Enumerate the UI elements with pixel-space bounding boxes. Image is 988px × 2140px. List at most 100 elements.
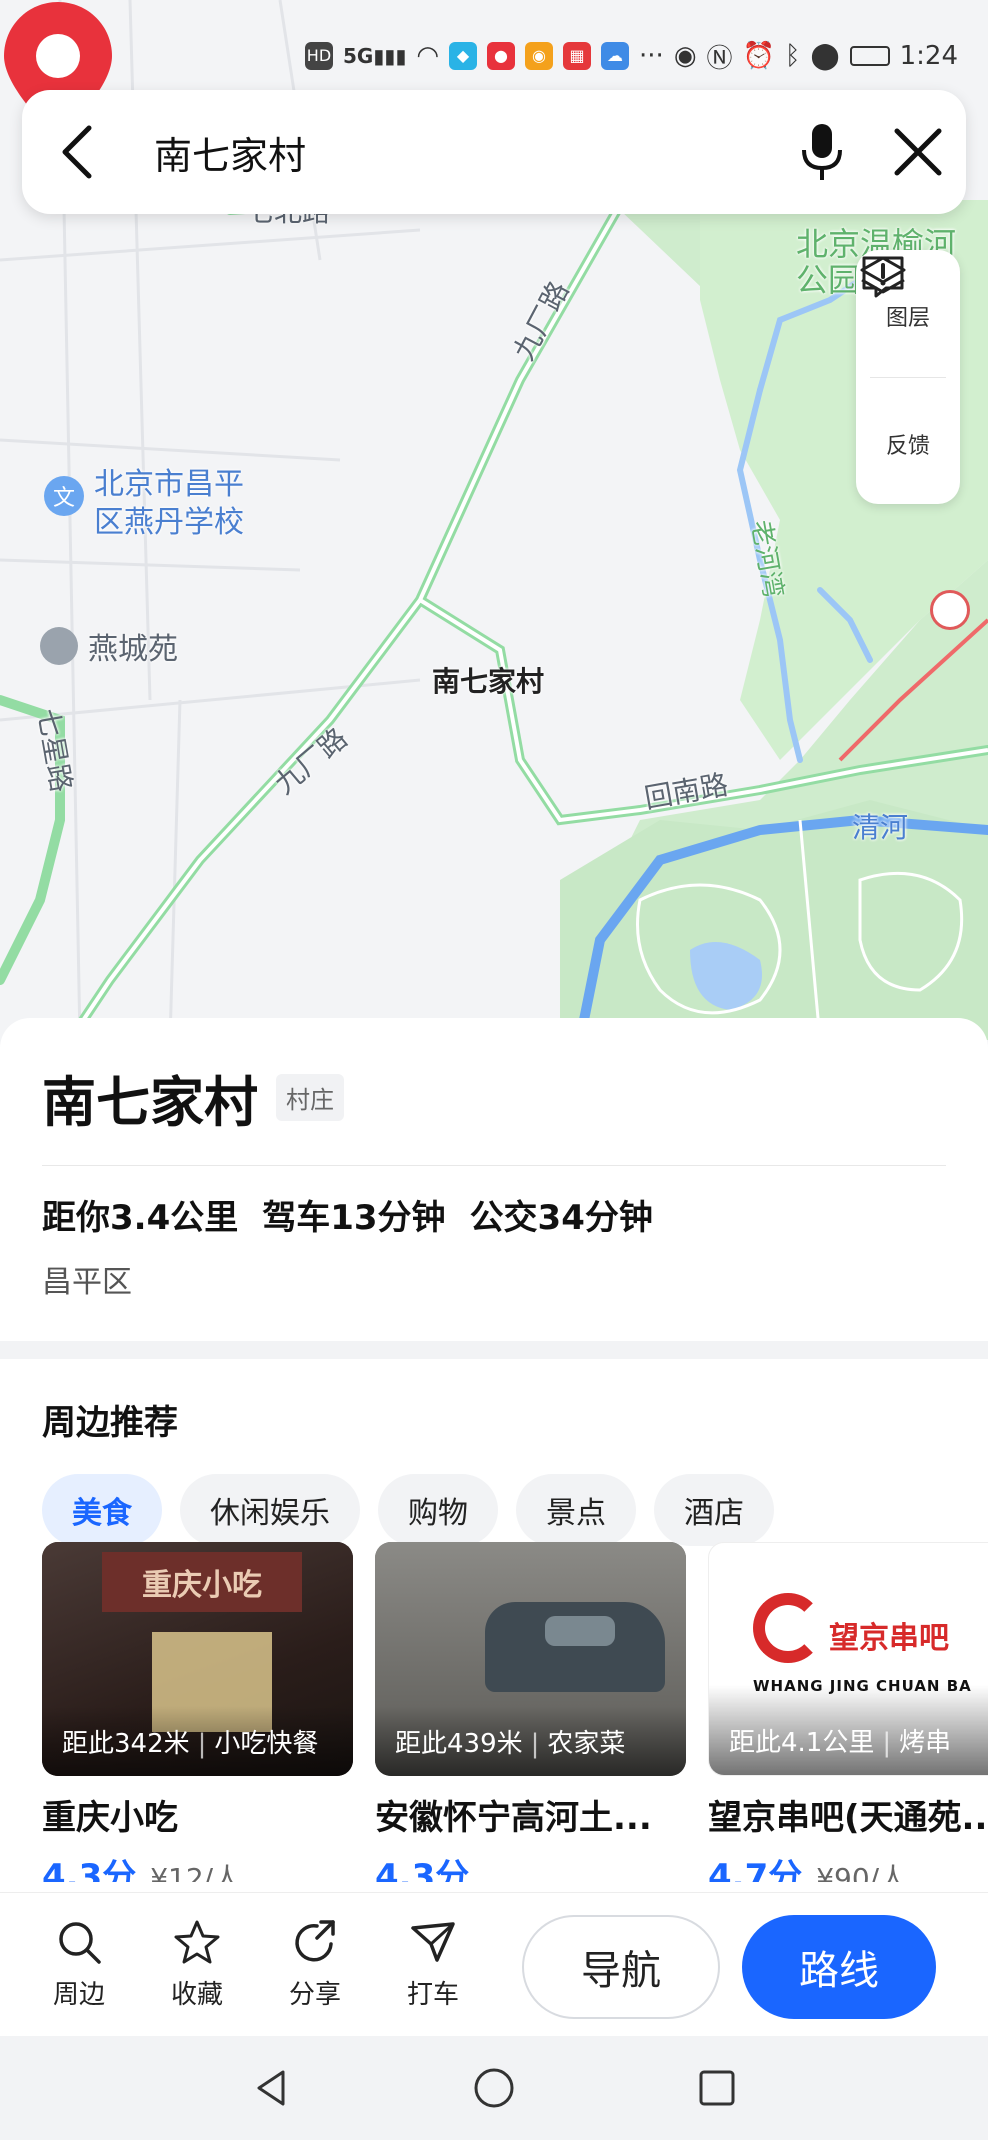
wifi-icon: ◠ [416,41,440,71]
school-label-line1: 北京市昌平 [94,467,244,502]
card-meta: 距此4.1公里 | 烤串 [729,1728,952,1758]
card-price: ¥90/人 [816,1862,908,1882]
weibo-icon: ◉ [525,42,554,70]
taxi-button[interactable]: 打车 [374,1918,492,2011]
cloud-app-icon: ☁ [601,42,630,70]
more-icon: ··· [639,41,664,71]
card-distance: 距此4.1公里 [729,1728,875,1758]
favorite-label: 收藏 [170,1980,223,2010]
back-arrow-icon [62,125,92,179]
feedback-label: 反馈 [885,433,930,459]
favorite-button[interactable]: 收藏 [138,1918,256,2011]
search-query[interactable]: 南七家村 [132,125,774,180]
recents-nav-icon[interactable] [695,2066,739,2110]
place-header: 南七家村 村庄 [0,1018,988,1137]
card-title: 望京串吧(天通苑... [708,1798,988,1838]
map-label-qing-river: 清河 [852,811,909,844]
chip-food[interactable]: 美食 [42,1474,162,1546]
battery-icon [849,46,890,66]
route-button[interactable]: 路线 [742,1915,936,2019]
search-bar[interactable]: 南七家村 [22,90,966,214]
nfc-icon: Ⓝ [706,43,733,74]
status-bar: HD 5G▮▮▮ ◠ ◆ ● ◉ ▦ ☁ ··· ◉ Ⓝ ⏰ ᛒ ⬤ 1:24 [304,36,958,76]
navigate-button[interactable]: 导航 [522,1915,720,2019]
card-title: 重庆小吃 [42,1798,178,1838]
pin-label: 南七家村 [432,665,545,698]
card-distance: 距此439米 [395,1729,523,1759]
place-detail-sheet[interactable]: 南七家村 村庄 距你3.4公里 驾车13分钟 公交34分钟 昌平区 周边推荐 美… [0,1018,988,1894]
close-icon [894,128,942,176]
school-poi[interactable]: 文 北京市昌平 区燕丹学校 [44,466,244,542]
logo-mark-icon [753,1593,823,1663]
section-separator [0,1341,988,1359]
card-distance: 距此342米 [62,1729,190,1759]
transit-time-text[interactable]: 公交34分钟 [470,1190,653,1239]
taxi-icon [411,1922,455,1962]
school-icon: 文 [44,476,84,516]
mic-icon [802,124,842,180]
logo-text: 望京串吧 [829,1621,949,1656]
category-chips: 美食 休闲娱乐 购物 景点 酒店 [0,1444,988,1546]
card-score: 4.7分 [708,1857,803,1882]
share-button[interactable]: 分享 [256,1918,374,2011]
nearby-label: 周边 [52,1980,105,2010]
card-score: 4.3分 [42,1857,137,1882]
map-side-controls: 图层 反馈 [856,250,960,504]
card-category: 农家菜 [547,1729,626,1759]
car-window [545,1616,615,1646]
screen: 七北路 北京温榆河公园 九厂路 文 北京市昌平 区燕丹学校 燕城苑 老河湾 九厂… [0,0,988,2140]
card-category: 小吃快餐 [214,1729,319,1759]
5g-signal-icon: 5G▮▮▮ [342,44,407,68]
card-rating: 4.3分 [375,1849,686,1882]
card-photo: 重庆小吃 距此342米 | 小吃快餐 [42,1542,353,1776]
bottom-action-bar: 周边 收藏 分享 打车 导航 路线 [0,1892,988,2036]
back-nav-icon[interactable] [249,2066,293,2110]
bluetooth-icon: ᛒ [784,41,801,71]
home-nav-icon[interactable] [472,2066,516,2110]
travel-metrics: 距你3.4公里 驾车13分钟 公交34分钟 [0,1166,988,1239]
share-label: 分享 [288,1980,341,2010]
card-score: 4.3分 [375,1857,470,1882]
chip-hotel[interactable]: 酒店 [654,1474,774,1546]
recommendation-cards: 重庆小吃 距此342米 | 小吃快餐 重庆小吃 4.3分 ¥12/人 距此439… [42,1542,988,1882]
residential-poi[interactable]: 燕城苑 [40,624,178,668]
hd-icon: HD [304,42,333,70]
drive-time-text[interactable]: 驾车13分钟 [262,1190,445,1239]
residential-icon [40,627,78,665]
alarm-icon: ⏰ [742,41,775,71]
layers-label: 图层 [885,305,930,331]
residential-label: 燕城苑 [88,632,178,667]
voice-search-button[interactable] [774,90,870,214]
card-title: 安徽怀宁高河土... [375,1798,652,1838]
search-icon [59,1922,101,1964]
card-meta: 距此342米 | 小吃快餐 [62,1729,319,1759]
nearby-button[interactable]: 周边 [20,1918,138,2011]
card-meta: 距此439米 | 农家菜 [395,1729,626,1759]
system-nav-bar [0,2036,988,2140]
share-icon [295,1920,335,1962]
back-button[interactable] [22,90,132,214]
taxi-label: 打车 [406,1980,459,2010]
app-icon: ◆ [449,42,478,70]
clear-search-button[interactable] [870,90,966,214]
recommendation-card[interactable]: 距此439米 | 农家菜 安徽怀宁高河土... 4.3分 [375,1542,686,1882]
status-time: 1:24 [899,41,958,71]
chip-leisure[interactable]: 休闲娱乐 [180,1474,360,1546]
card-rating: 4.7分 ¥90/人 [708,1849,988,1882]
chip-shopping[interactable]: 购物 [378,1474,498,1546]
location-icon: ⬤ [810,41,840,71]
chip-sights[interactable]: 景点 [516,1474,636,1546]
place-type-tag: 村庄 [276,1074,344,1121]
recommendation-card[interactable]: 重庆小吃 距此342米 | 小吃快餐 重庆小吃 4.3分 ¥12/人 [42,1542,353,1882]
card-photo: 距此439米 | 农家菜 [375,1542,686,1776]
nearby-section-title: 周边推荐 [42,1403,178,1443]
poi-marker-icon[interactable] [930,590,970,630]
feedback-icon [862,256,904,298]
recommendation-card[interactable]: 望京串吧 WHANG JING CHUAN BA 距此4.1公里|烤串 望京串吧… [708,1542,988,1882]
card-rating: 4.3分 ¥12/人 [42,1849,353,1882]
feedback-button[interactable]: 反馈 [856,256,960,505]
eye-icon: ◉ [673,41,697,71]
school-label-line2: 区燕丹学校 [94,505,244,540]
card-photo: 望京串吧 WHANG JING CHUAN BA 距此4.1公里|烤串 [708,1542,988,1776]
taobao-618-icon: ▦ [563,42,592,70]
